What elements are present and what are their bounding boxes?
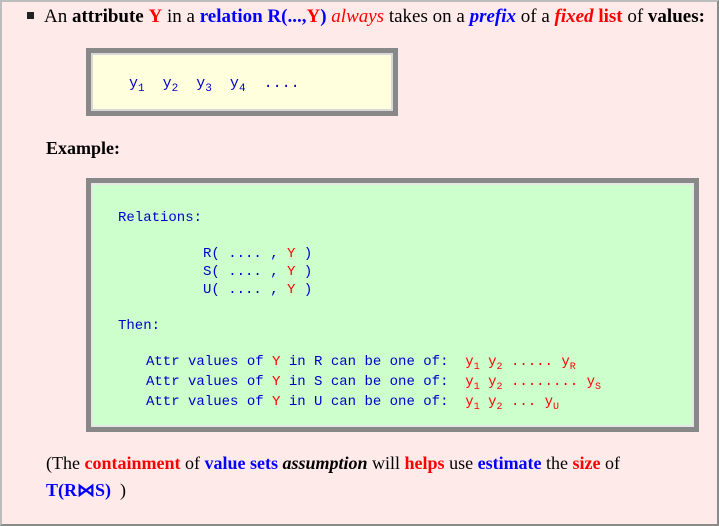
text-relation: relation R(...,Y) bbox=[200, 6, 327, 27]
y-var: y bbox=[465, 354, 474, 370]
y-sub: 1 bbox=[473, 381, 480, 393]
attr-row-u: Attr values of Y in U can be one of: y1 … bbox=[146, 394, 559, 413]
y-var: y bbox=[544, 394, 553, 410]
text: use bbox=[449, 453, 474, 473]
bullet-square-icon bbox=[27, 12, 34, 20]
text: will bbox=[372, 453, 401, 473]
y-sub: R bbox=[569, 361, 576, 373]
y-var: y bbox=[488, 394, 497, 410]
y-var: y bbox=[586, 374, 595, 390]
relation-close: ) bbox=[295, 282, 313, 298]
text-values: values: bbox=[648, 6, 705, 27]
value-sequence: y1 y2 ..... yR bbox=[465, 354, 576, 373]
example-box: Relations: R( .... , Y ) S( .... , Y ) U… bbox=[86, 178, 699, 432]
text: the bbox=[546, 453, 569, 473]
attr-text: Attr values of bbox=[146, 354, 273, 370]
y-sub: 4 bbox=[238, 83, 246, 95]
ellipsis: .... bbox=[263, 75, 300, 92]
text-helps: helps bbox=[404, 453, 445, 473]
text-join-expression: T(R⋈S) bbox=[46, 480, 112, 500]
text-relation-y: Y bbox=[306, 6, 321, 27]
relation-u: U( .... , Y ) bbox=[203, 282, 312, 298]
bullet-statement: An attribute Y in a relation R(...,Y) al… bbox=[27, 6, 705, 28]
attr-text: in R can be one of: bbox=[280, 354, 449, 370]
text: of bbox=[627, 6, 644, 27]
text: ) bbox=[120, 480, 127, 500]
prefix-values-content: y1 y2 y3 y4 .... bbox=[91, 53, 393, 111]
text-always: always bbox=[331, 6, 385, 27]
value-sequence: y1 y2 ........ yS bbox=[465, 374, 601, 393]
y-sub: 1 bbox=[138, 83, 145, 95]
text: of a bbox=[520, 6, 550, 27]
relation-close: ) bbox=[295, 246, 313, 262]
dots: ..... bbox=[510, 354, 553, 370]
y-sub: 3 bbox=[205, 83, 212, 95]
relation-text: U( .... , bbox=[203, 282, 288, 298]
y-sub: 2 bbox=[496, 381, 503, 393]
y-value: y2 bbox=[162, 75, 179, 95]
text-estimate: estimate bbox=[477, 453, 542, 473]
attr-text: Attr values of bbox=[146, 374, 273, 390]
y-var: y bbox=[229, 75, 239, 92]
y-sub: 2 bbox=[171, 83, 179, 95]
text: (The bbox=[46, 453, 80, 473]
then-label: Then: bbox=[118, 318, 161, 334]
y-var: y bbox=[162, 75, 172, 92]
attr-row-s: Attr values of Y in S can be one of: y1 … bbox=[146, 374, 601, 393]
text: takes on a bbox=[388, 6, 465, 27]
text: An bbox=[44, 6, 68, 27]
relation-text: S( .... , bbox=[203, 264, 288, 280]
text-colon: : bbox=[698, 6, 705, 27]
dots: ........ bbox=[510, 374, 579, 390]
prefix-values-box: y1 y2 y3 y4 .... bbox=[86, 48, 398, 116]
text-value-sets: value sets bbox=[204, 453, 278, 473]
y-var: y bbox=[561, 354, 570, 370]
text-relation-head: relation R(..., bbox=[199, 6, 307, 27]
y-var: y bbox=[196, 75, 206, 92]
text-values-word: values bbox=[647, 6, 699, 27]
text-list: list bbox=[598, 6, 623, 27]
relations-label: Relations: bbox=[118, 210, 203, 226]
text-attribute: attribute bbox=[71, 6, 144, 27]
attr-text: in U can be one of: bbox=[280, 394, 449, 410]
y-sub: U bbox=[552, 401, 559, 413]
text-containment: containment bbox=[84, 453, 181, 473]
relation-text: R( .... , bbox=[203, 246, 288, 262]
attr-text: in S can be one of: bbox=[280, 374, 449, 390]
attr-text: Attr values of bbox=[146, 394, 273, 410]
y-var: y bbox=[488, 374, 497, 390]
y-sub: 1 bbox=[473, 401, 480, 413]
text-y: Y bbox=[148, 6, 163, 27]
text: in a bbox=[166, 6, 195, 27]
y-value: y4 bbox=[229, 75, 246, 95]
y-sub: S bbox=[594, 381, 601, 393]
text-relation-close: ) bbox=[320, 6, 327, 27]
footnote: (The containment of value sets assumptio… bbox=[46, 450, 706, 504]
y-var: y bbox=[129, 75, 139, 92]
text-assumption: assumption bbox=[282, 453, 368, 473]
dots: ... bbox=[510, 394, 537, 410]
y-sub: 2 bbox=[496, 361, 503, 373]
relation-s: S( .... , Y ) bbox=[203, 264, 312, 280]
relation-close: ) bbox=[295, 264, 313, 280]
text-fixed: fixed bbox=[554, 6, 594, 27]
relation-r: R( .... , Y ) bbox=[203, 246, 312, 262]
y-var: y bbox=[465, 394, 474, 410]
example-content: Relations: R( .... , Y ) S( .... , Y ) U… bbox=[91, 183, 694, 427]
y-sub: 1 bbox=[473, 361, 480, 373]
y-var: y bbox=[465, 374, 474, 390]
y-sub: 2 bbox=[496, 401, 503, 413]
example-heading: Example: bbox=[46, 138, 120, 158]
y-value: y3 bbox=[196, 75, 212, 95]
value-sequence: y1 y2 ... yU bbox=[465, 394, 559, 413]
text: of bbox=[605, 453, 621, 473]
y-var: y bbox=[488, 354, 497, 370]
y-value: y1 bbox=[129, 75, 145, 95]
text-prefix: prefix bbox=[469, 6, 516, 27]
text: of bbox=[184, 453, 200, 473]
text-size: size bbox=[572, 453, 601, 473]
attr-row-r: Attr values of Y in R can be one of: y1 … bbox=[146, 354, 576, 373]
